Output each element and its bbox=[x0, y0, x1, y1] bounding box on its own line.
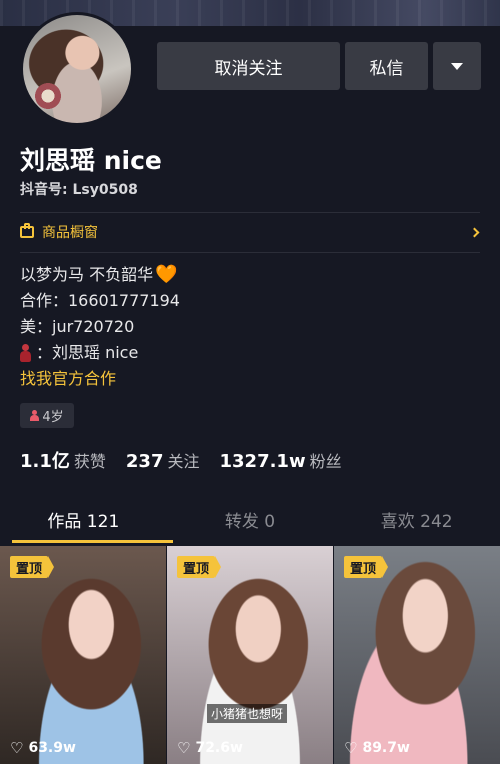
figure-icon bbox=[20, 344, 31, 362]
tab-works[interactable]: 作品 121 bbox=[0, 505, 173, 545]
stat-likes: 1.1亿 获赞 bbox=[20, 447, 106, 473]
orange-heart-icon: 🧡 bbox=[155, 264, 178, 285]
chevron-right-icon bbox=[469, 227, 480, 237]
like-count-text: 89.7w bbox=[362, 740, 410, 756]
bio-line[interactable]: 找我官方合作 bbox=[20, 366, 180, 392]
bio: 以梦为马 不负韶华 🧡 合作：16601777194 美：jur720720 ：… bbox=[20, 262, 180, 392]
bio-line: 以梦为马 不负韶华 🧡 bbox=[20, 262, 180, 288]
stat-number: 1327.1w bbox=[219, 451, 306, 472]
stat-followers[interactable]: 1327.1w 粉丝 bbox=[220, 448, 342, 472]
stat-following[interactable]: 237 关注 bbox=[126, 448, 200, 472]
like-count-text: 72.6w bbox=[195, 740, 243, 756]
video-thumbnail[interactable]: 置顶 ♡ 89.7w bbox=[334, 546, 500, 764]
stat-label: 粉丝 bbox=[309, 452, 342, 471]
bio-line: 美：jur720720 bbox=[20, 314, 180, 340]
message-button[interactable]: 私信 bbox=[345, 42, 428, 90]
video-caption: 小猪猪也想呀 bbox=[207, 704, 288, 723]
bio-line: ：刘思瑶 nice bbox=[20, 340, 180, 366]
shop-window-row[interactable]: 商品橱窗 bbox=[20, 212, 482, 252]
stats-row: 1.1亿 获赞 237 关注 1327.1w 粉丝 bbox=[20, 447, 362, 473]
stat-number: 237 bbox=[125, 451, 164, 472]
tab-reposts[interactable]: 转发 0 bbox=[167, 505, 334, 545]
tab-likes[interactable]: 喜欢 242 bbox=[333, 505, 500, 545]
shop-label: 商品橱窗 bbox=[42, 225, 98, 241]
stat-label: 关注 bbox=[167, 452, 200, 471]
shop-icon bbox=[20, 223, 34, 238]
video-thumbnail[interactable]: 置顶 ♡ 63.9w bbox=[0, 546, 166, 764]
unfollow-button[interactable]: 取消关注 bbox=[157, 42, 340, 90]
female-icon bbox=[30, 410, 40, 421]
stat-label: 获赞 bbox=[73, 452, 106, 471]
avatar[interactable] bbox=[20, 12, 134, 126]
age-tag: 4岁 bbox=[20, 403, 74, 428]
heart-icon: ♡ bbox=[10, 738, 24, 757]
like-count: ♡ 89.7w bbox=[344, 740, 410, 756]
pinned-badge: 置顶 bbox=[177, 556, 222, 578]
pinned-badge: 置顶 bbox=[10, 556, 55, 578]
douyin-id: 抖音号: Lsy0508 bbox=[20, 182, 138, 198]
bio-line: 合作：16601777194 bbox=[20, 288, 180, 314]
stat-number: 1.1亿 bbox=[20, 451, 70, 472]
age-text: 4岁 bbox=[42, 410, 64, 425]
like-count-text: 63.9w bbox=[28, 740, 76, 756]
video-thumbnail[interactable]: 置顶 小猪猪也想呀 ♡ 72.6w bbox=[167, 546, 333, 764]
pinned-badge: 置顶 bbox=[344, 556, 389, 578]
avatar-flowers bbox=[31, 83, 65, 109]
bio-text: 美：jur720720 bbox=[20, 317, 135, 336]
caret-down-icon bbox=[451, 62, 463, 70]
bio-text: ：刘思瑶 nice bbox=[36, 343, 139, 362]
heart-icon: ♡ bbox=[344, 738, 358, 757]
profile-name: 刘思瑶 nice bbox=[20, 146, 162, 175]
like-count: ♡ 63.9w bbox=[10, 740, 76, 756]
video-grid: 置顶 ♡ 63.9w 置顶 小猪猪也想呀 ♡ 72.6w 置顶 ♡ 89.7w bbox=[0, 546, 500, 764]
bio-text: 合作：16601777194 bbox=[20, 291, 180, 310]
heart-icon: ♡ bbox=[177, 738, 191, 757]
bio-text: 以梦为马 不负韶华 bbox=[20, 265, 154, 284]
official-cooperation-link[interactable]: 找我官方合作 bbox=[20, 366, 116, 392]
more-button[interactable] bbox=[433, 42, 481, 90]
divider bbox=[20, 252, 480, 253]
like-count: ♡ 72.6w bbox=[177, 740, 243, 756]
profile-tabs: 作品 121 转发 0 喜欢 242 bbox=[0, 505, 500, 545]
